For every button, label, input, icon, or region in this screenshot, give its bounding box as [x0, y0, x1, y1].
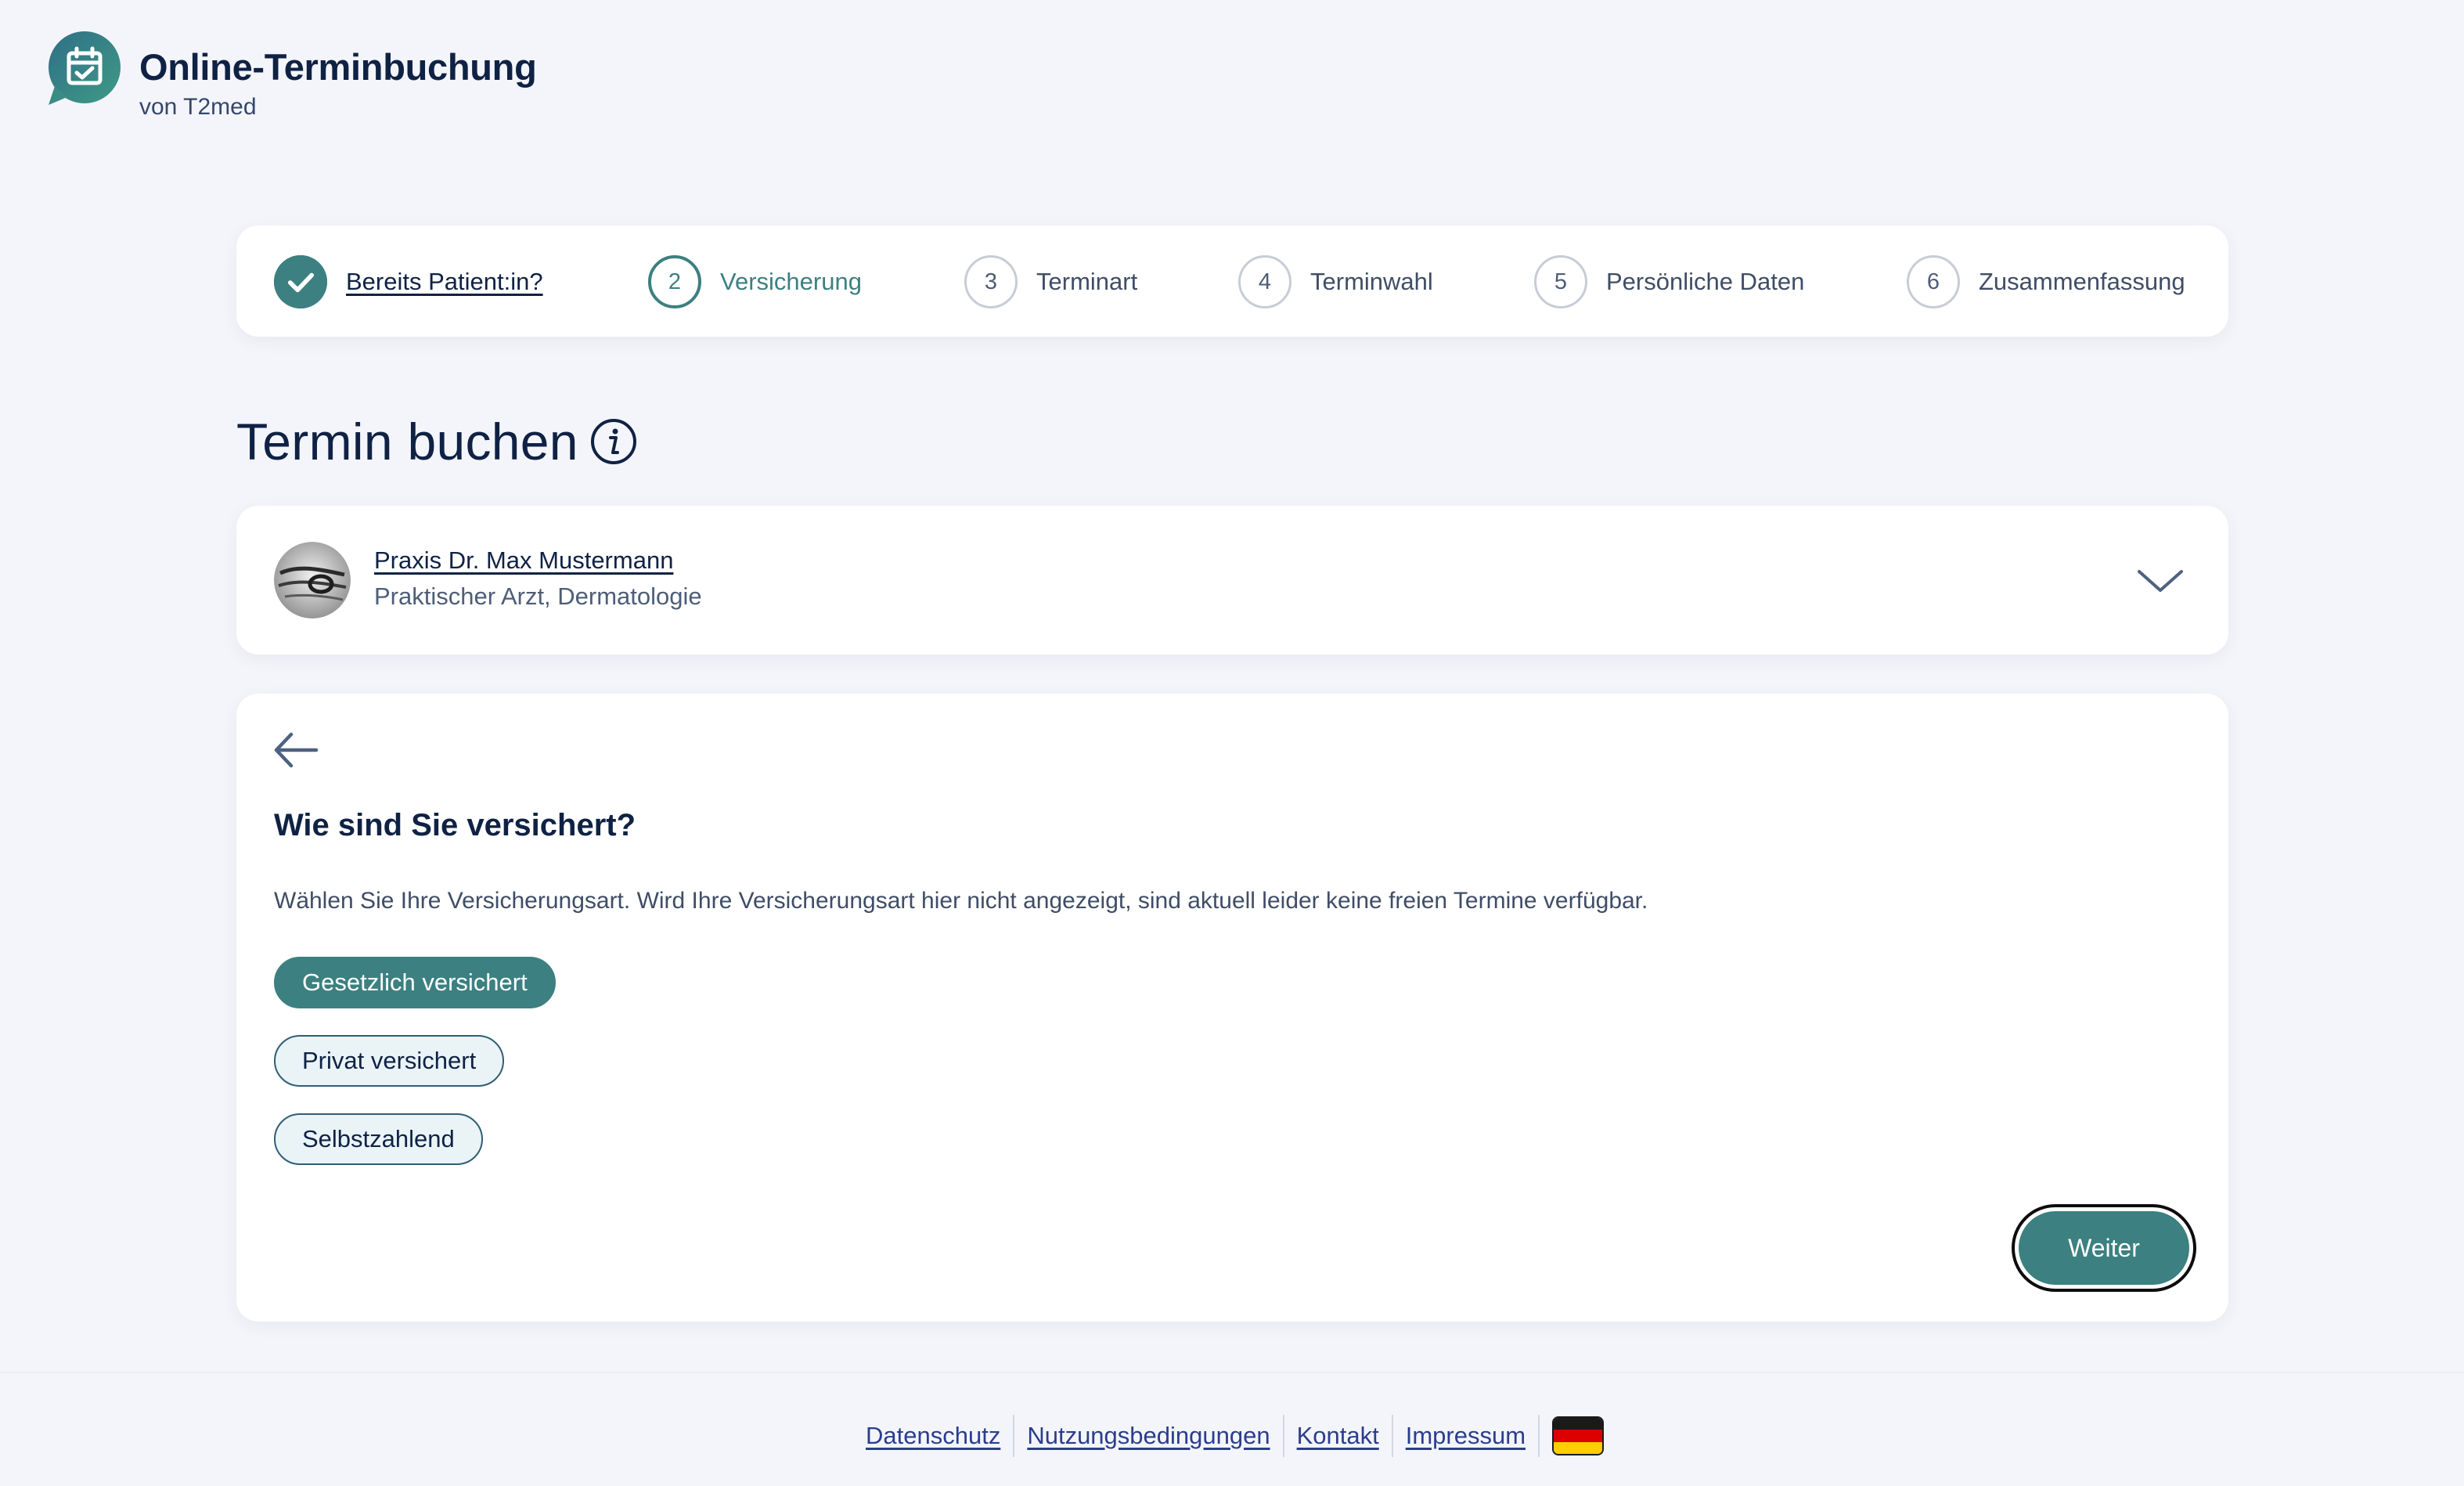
footer-links: Datenschutz Nutzungsbedingungen Kontakt …	[853, 1414, 1605, 1458]
step-terminart: 3 Terminart	[964, 254, 1137, 310]
practice-selector[interactable]: Praxis Dr. Max Mustermann Praktischer Ar…	[236, 506, 2228, 655]
step-persoenliche-daten: 5 Persönliche Daten	[1534, 254, 1804, 310]
step-versicherung: 2 Versicherung	[648, 254, 862, 310]
step-number: 6	[1907, 255, 1960, 308]
weiter-button[interactable]: Weiter	[2019, 1211, 2189, 1285]
footer-link-datenschutz[interactable]: Datenschutz	[853, 1422, 1013, 1450]
app-subtitle: von T2med	[139, 94, 257, 120]
chevron-down-icon[interactable]	[2136, 565, 2185, 597]
step-label: Zusammenfassung	[1979, 268, 2185, 295]
weiter-button-focus-ring: Weiter	[2012, 1204, 2196, 1292]
step-bereits-patient[interactable]: Bereits Patient:in?	[274, 254, 543, 310]
footer: Datenschutz Nutzungsbedingungen Kontakt …	[0, 1372, 2464, 1486]
step-label: Persönliche Daten	[1606, 268, 1805, 295]
back-arrow-icon[interactable]	[272, 730, 321, 770]
question-description: Wählen Sie Ihre Versicherungsart. Wird I…	[274, 888, 1648, 914]
footer-divider	[1538, 1415, 1540, 1457]
step-number: 3	[964, 255, 1018, 308]
step-zusammenfassung: 6 Zusammenfassung	[1907, 254, 2185, 310]
info-icon[interactable]	[590, 418, 637, 465]
step-label: Terminart	[1036, 268, 1138, 295]
step-terminwahl: 4 Terminwahl	[1238, 254, 1433, 310]
question-title: Wie sind Sie versichert?	[274, 808, 636, 842]
checkmark-icon	[274, 255, 327, 308]
step-number: 5	[1534, 255, 1587, 308]
option-privat-versichert[interactable]: Privat versichert	[274, 1035, 505, 1087]
page-title: Termin buchen	[236, 413, 578, 471]
german-flag-icon[interactable]	[1552, 1416, 1605, 1455]
progress-stepper: Bereits Patient:in? 2 Versicherung 3 Ter…	[236, 225, 2228, 337]
brand: Online-Terminbuchung von T2med	[44, 30, 537, 121]
insurance-card: Wie sind Sie versichert? Wählen Sie Ihre…	[236, 694, 2228, 1322]
calendar-check-icon	[44, 30, 121, 108]
practice-name[interactable]: Praxis Dr. Max Mustermann	[374, 546, 673, 575]
step-label[interactable]: Bereits Patient:in?	[346, 268, 543, 296]
footer-link-nutzungsbedingungen[interactable]: Nutzungsbedingungen	[1014, 1422, 1282, 1450]
practice-specialty: Praktischer Arzt, Dermatologie	[374, 582, 702, 610]
practice-avatar	[274, 542, 351, 619]
step-number: 4	[1238, 255, 1291, 308]
footer-link-kontakt[interactable]: Kontakt	[1284, 1422, 1392, 1450]
step-number: 2	[648, 255, 701, 308]
step-label: Versicherung	[720, 268, 862, 295]
option-gesetzlich-versichert[interactable]: Gesetzlich versichert	[274, 957, 556, 1008]
footer-link-impressum[interactable]: Impressum	[1393, 1422, 1538, 1450]
step-label: Terminwahl	[1310, 268, 1433, 295]
app-title: Online-Terminbuchung	[139, 46, 537, 88]
option-selbstzahlend[interactable]: Selbstzahlend	[274, 1113, 483, 1165]
